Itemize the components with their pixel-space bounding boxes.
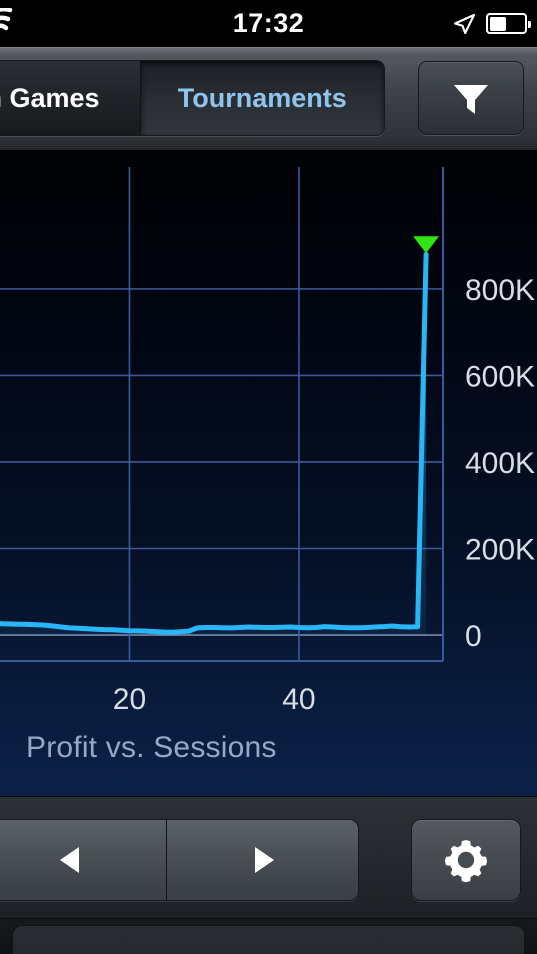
y-axis-tick-label: 800K xyxy=(465,274,535,307)
tab-cash-games[interactable]: Cash Games xyxy=(0,61,140,135)
y-axis-tick-label: 600K xyxy=(465,360,535,393)
x-axis-tick-label: 20 xyxy=(113,683,146,716)
y-axis-tick-label: 0 xyxy=(465,620,482,653)
battery-icon xyxy=(486,13,531,34)
series-area xyxy=(0,254,427,635)
status-bar-right-group xyxy=(452,0,531,47)
previous-button[interactable] xyxy=(0,820,166,900)
chart-title: Profit vs. Sessions xyxy=(26,731,277,764)
chart-panel: 0 200K 400K 600K 800K 20 40 Profit vs. Session… xyxy=(0,151,537,796)
bottom-toolbar xyxy=(0,796,537,954)
navigation-bar: Cash Games Tournaments xyxy=(0,47,537,151)
y-axis-tick-label: 400K xyxy=(465,447,535,480)
next-button[interactable] xyxy=(166,820,358,900)
series-line xyxy=(0,251,429,635)
location-arrow-icon xyxy=(453,13,476,34)
peak-marker-icon xyxy=(413,236,440,254)
segmented-control[interactable]: Cash Games Tournaments xyxy=(0,60,385,136)
status-bar: 17:32 xyxy=(0,0,537,47)
settings-button[interactable] xyxy=(411,819,521,901)
toolbar-bottom-shelf xyxy=(0,918,537,954)
triangle-right-icon xyxy=(254,847,274,873)
prev-next-segmented-control[interactable] xyxy=(0,819,359,901)
triangle-left-icon xyxy=(59,847,79,873)
profit-vs-sessions-chart[interactable]: 0 200K 400K 600K 800K 20 40 xyxy=(0,151,537,796)
x-axis-tick-label: 40 xyxy=(282,683,315,716)
app-root: 17:32 Cash Games Tournaments 0 200K 400K 60… xyxy=(0,0,537,954)
filter-button[interactable] xyxy=(418,61,524,135)
filter-funnel-icon xyxy=(454,85,488,114)
y-axis-tick-label: 200K xyxy=(465,534,535,567)
tab-tournaments[interactable]: Tournaments xyxy=(139,61,384,135)
gear-icon xyxy=(444,840,488,883)
